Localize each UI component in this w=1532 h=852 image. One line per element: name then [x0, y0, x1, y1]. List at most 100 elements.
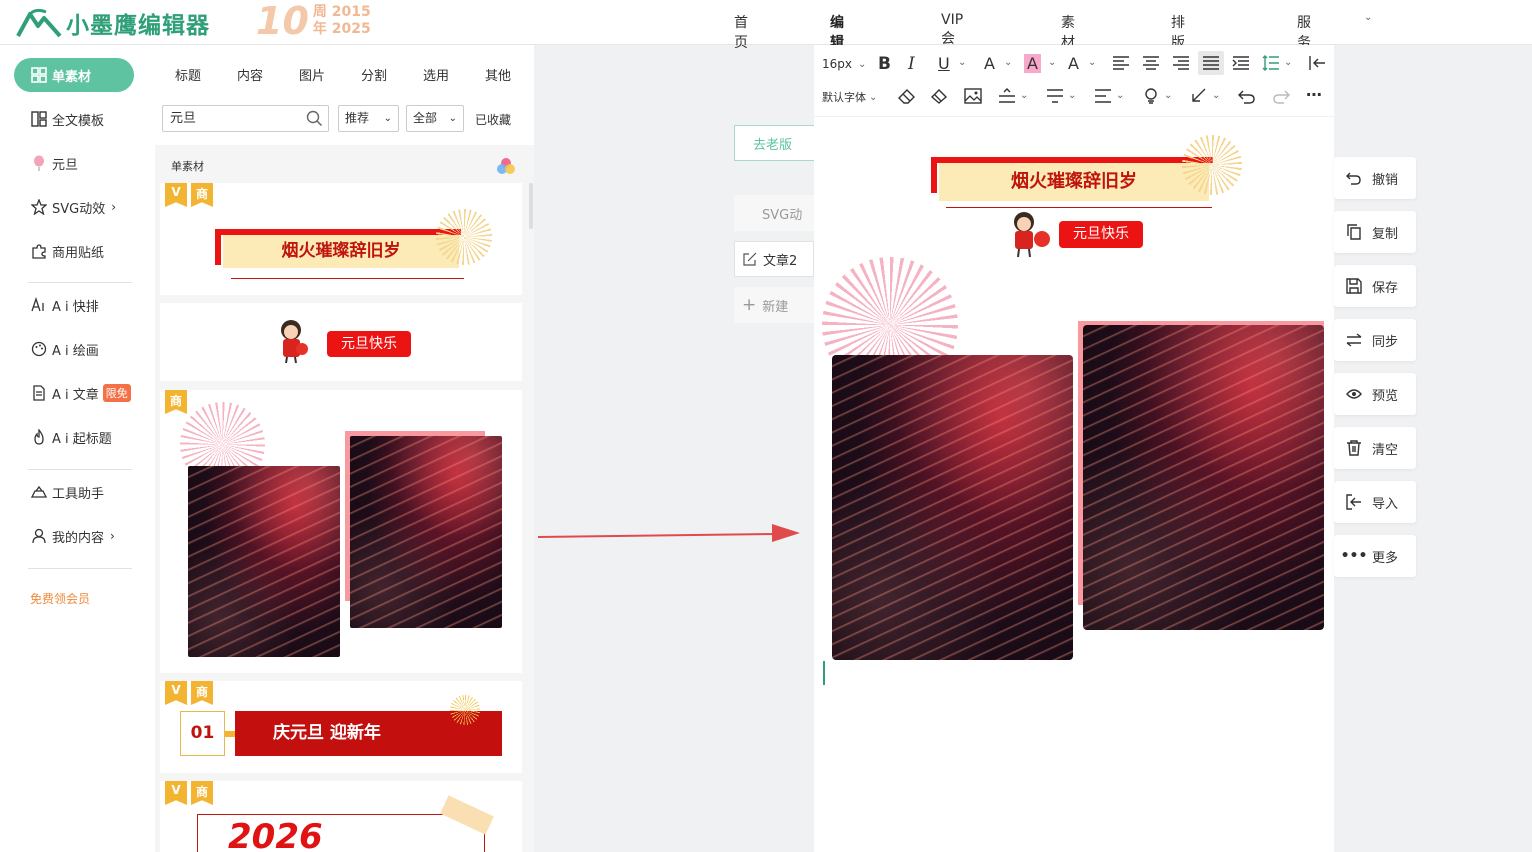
sidebar-item-single-material[interactable]: 单素材 — [14, 58, 134, 92]
eraser-icon[interactable] — [898, 88, 916, 104]
scope-select[interactable]: 全部 ⌄ — [406, 105, 464, 132]
sidebar-item-label: 商用贴纸 — [52, 245, 105, 261]
material-card[interactable]: V 商 01 庆元旦 迎新年 — [160, 681, 522, 773]
copy-icon — [1346, 224, 1362, 240]
sort-select[interactable]: 推荐 ⌄ — [338, 105, 399, 132]
letter-spacing-icon[interactable] — [1094, 88, 1112, 104]
font-color-icon[interactable]: A — [984, 54, 995, 73]
image-icon[interactable] — [964, 88, 982, 104]
redo-icon[interactable] — [1272, 88, 1290, 104]
bold-icon[interactable]: B — [878, 54, 891, 74]
logo[interactable]: 小墨鹰编辑器 — [16, 6, 210, 40]
sync-button[interactable]: 同步 — [1334, 319, 1416, 361]
preview-button[interactable]: 预览 — [1334, 373, 1416, 415]
chevron-down-icon[interactable]: ⌄ — [1004, 57, 1012, 68]
underline-icon[interactable]: U — [938, 54, 950, 73]
nav-home[interactable]: 首页 — [734, 12, 748, 52]
exit-icon[interactable] — [1308, 55, 1326, 71]
highlight-icon[interactable]: A — [1024, 54, 1041, 73]
left-sidebar: 单素材 全文模板 元旦 SVG动效 › 商用贴纸 A i 快排 A i 绘画 A… — [0, 45, 155, 852]
tab-selected[interactable]: 选用 — [423, 65, 449, 84]
sidebar-item-svg-effect[interactable]: SVG动效 › — [14, 190, 134, 224]
chevron-down-icon[interactable]: ⌄ — [1212, 90, 1220, 101]
sidebar-item-ai-article[interactable]: A i 文章 限免 — [14, 376, 134, 410]
chevron-down-icon[interactable]: ⌄ — [1364, 12, 1372, 23]
chevron-down-icon[interactable]: ⌄ — [1164, 90, 1172, 101]
scrollbar[interactable] — [529, 183, 533, 229]
divider-line-icon[interactable] — [1046, 88, 1064, 104]
material-card[interactable]: V 商 烟火璀璨辞旧岁 — [160, 183, 522, 295]
line-height-icon[interactable] — [1262, 55, 1280, 71]
indent-icon[interactable] — [1232, 55, 1250, 71]
sidebar-item-my-content[interactable]: 我的内容 › — [14, 519, 134, 553]
svg-anim-button[interactable]: SVG动 — [734, 195, 814, 231]
balloon-icon — [30, 154, 48, 172]
material-card[interactable]: 元旦快乐 — [160, 303, 522, 381]
align-center-icon[interactable] — [1142, 55, 1160, 71]
sidebar-item-full-template[interactable]: 全文模板 — [14, 102, 134, 136]
tab-image[interactable]: 图片 — [299, 65, 325, 84]
editor-banner-text[interactable]: 烟火璀璨辞旧岁 — [939, 163, 1209, 201]
clear-button[interactable]: 清空 — [1334, 427, 1416, 469]
sidebar-item-newyear[interactable]: 元旦 — [14, 146, 134, 180]
chevron-down-icon[interactable]: ⌄ — [1088, 57, 1096, 68]
editor-toolbar: 16px ⌄ B I U ⌄ A ⌄ A ⌄ A ⌄ ⌄ 默认字体 ⌄ ⌄ ⌄ — [814, 45, 1334, 117]
tab-divider[interactable]: 分割 — [361, 65, 387, 84]
undo-button[interactable]: 撤销 — [1334, 157, 1416, 199]
eye-icon — [1346, 386, 1362, 402]
chevron-down-icon[interactable]: ⌄ — [1020, 90, 1028, 101]
collected-link[interactable]: 已收藏 — [475, 111, 511, 128]
font-family-select[interactable]: 默认字体 ⌄ — [822, 89, 877, 105]
fireworks-image[interactable] — [1083, 325, 1324, 630]
sidebar-item-ai-title[interactable]: A i 起标题 — [14, 420, 134, 454]
search-icon[interactable] — [306, 110, 323, 127]
import-icon — [1346, 494, 1362, 510]
search-input[interactable]: 元旦 — [162, 105, 329, 132]
chevron-down-icon[interactable]: ⌄ — [1284, 57, 1292, 68]
text-effect-icon[interactable]: A — [1068, 54, 1079, 73]
material-card[interactable]: V 商 2026 — [160, 781, 522, 852]
colorful-circles-icon[interactable] — [496, 156, 516, 176]
save-button[interactable]: 保存 — [1334, 265, 1416, 307]
lightbulb-icon[interactable] — [1142, 88, 1160, 104]
article-tab-label: 文章2 — [763, 253, 798, 269]
font-size-select[interactable]: 16px ⌄ — [822, 57, 866, 71]
justify-icon[interactable] — [1198, 51, 1224, 75]
material-card[interactable]: 商 — [160, 390, 522, 673]
undo-label: 撤销 — [1372, 172, 1399, 188]
sidebar-item-ai-layout[interactable]: A i 快排 — [14, 288, 134, 322]
firework-burst-icon — [436, 209, 492, 265]
align-right-icon[interactable] — [1172, 55, 1190, 71]
copy-button[interactable]: 复制 — [1334, 211, 1416, 253]
more-button[interactable]: ••• 更多 — [1334, 535, 1416, 577]
chevron-down-icon[interactable]: ⌄ — [1116, 90, 1124, 101]
sidebar-item-tools[interactable]: 工具助手 — [14, 475, 134, 509]
paragraph-spacing-icon[interactable] — [998, 88, 1016, 104]
newyear-badge[interactable]: 元旦快乐 — [1059, 221, 1143, 248]
new-article-button[interactable]: + 新建 — [734, 287, 814, 323]
align-left-icon[interactable] — [1112, 55, 1130, 71]
chevron-down-icon[interactable]: ⌄ — [1068, 90, 1076, 101]
import-button[interactable]: 导入 — [1334, 481, 1416, 523]
more-icon[interactable]: ⋯ — [1306, 85, 1322, 104]
italic-icon[interactable]: I — [908, 54, 915, 74]
material-panel: 标题 内容 图片 分割 选用 其他 元旦 推荐 ⌄ 全部 ⌄ 已收藏 单素材 V — [155, 45, 534, 852]
format-painter-icon[interactable] — [930, 88, 948, 104]
sync-icon — [1346, 332, 1362, 348]
tools-icon — [30, 483, 48, 501]
chevron-down-icon[interactable]: ⌄ — [1048, 57, 1056, 68]
plus-icon: + — [742, 295, 757, 315]
tab-content[interactable]: 内容 — [237, 65, 263, 84]
sidebar-item-stickers[interactable]: 商用贴纸 — [14, 234, 134, 268]
chevron-down-icon[interactable]: ⌄ — [958, 57, 966, 68]
undo-icon[interactable] — [1238, 88, 1256, 104]
arrow-down-left-icon[interactable] — [1190, 88, 1208, 104]
sidebar-item-ai-draw[interactable]: A i 绘画 — [14, 332, 134, 366]
fireworks-image[interactable] — [832, 355, 1073, 660]
tab-other[interactable]: 其他 — [485, 65, 511, 84]
article-tab[interactable]: 文章2 — [734, 241, 814, 277]
old-version-button[interactable]: 去老版 — [734, 125, 816, 161]
editor-canvas[interactable]: 16px ⌄ B I U ⌄ A ⌄ A ⌄ A ⌄ ⌄ 默认字体 ⌄ ⌄ ⌄ — [814, 45, 1334, 852]
tab-title[interactable]: 标题 — [175, 65, 201, 84]
free-member-link[interactable]: 免费领会员 — [30, 590, 90, 607]
